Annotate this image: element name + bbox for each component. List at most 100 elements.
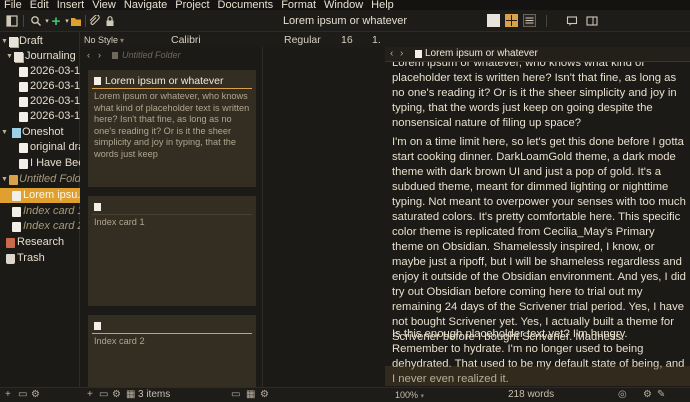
toolbar: ▾ + ▾ Lorem ipsum or whatever (0, 10, 690, 32)
back-icon[interactable]: ‹ (87, 47, 90, 63)
pane-gap (263, 47, 385, 387)
binder-item-label: Research (17, 236, 65, 248)
lock-icon[interactable] (102, 13, 118, 29)
grid-icon[interactable]: ▦ (246, 389, 255, 400)
menu-navigate[interactable]: Navigate (120, 0, 171, 10)
footer-bar: + ▭ ⚙ + ▭ ⚙ ▦ 3 items ▭ ▦ ⚙ 100% ▾ 218 w… (0, 387, 690, 402)
editor-title: Lorem ipsum or whatever (425, 48, 538, 59)
menu-window[interactable]: Window (320, 0, 367, 10)
binder: ▼ Draft ▼ Journaling 2026-03-1... 2026-0… (0, 32, 80, 387)
menu-bar: File Edit Insert View Navigate Project D… (0, 0, 690, 10)
line-spacing-value: 1.0x 0.0/10.0 (372, 34, 381, 46)
settings-icon[interactable]: ⚙ (31, 389, 40, 400)
add-icon[interactable]: + (5, 389, 11, 400)
binder-item-label: 2026-03-1... (30, 80, 80, 92)
collapse-icon[interactable]: ▼ (1, 172, 8, 187)
collapse-icon[interactable]: ▼ (6, 49, 13, 64)
card-title-text: Lorem ipsum or whatever (105, 75, 224, 87)
card-divider (92, 333, 252, 334)
settings-icon[interactable]: ⚙ (643, 389, 652, 400)
style-select-value: No Style (84, 35, 119, 45)
word-count: 218 words (508, 389, 555, 400)
binder-item-research[interactable]: Research (0, 235, 80, 250)
index-card[interactable]: Lorem ipsum or whatever Lorem ipsum or w… (88, 70, 256, 187)
menu-icon[interactable] (584, 13, 600, 29)
menu-format[interactable]: Format (277, 0, 320, 10)
line-spacing-select[interactable]: 1.0x 0.0/10.0 (372, 33, 381, 47)
binder-item-journal-entry[interactable]: 2026-03-1... (0, 64, 80, 79)
binder-item-lorem-ipsum[interactable]: Lorem ipsu... (0, 188, 80, 203)
menu-view[interactable]: View (88, 0, 120, 10)
folder-add-icon[interactable]: ▭ (99, 389, 108, 400)
binder-item-i-have-been[interactable]: I Have Bee... (0, 156, 80, 171)
format-bar: No Style▾ Calibri Regular 16 1.0x 0.0/10… (80, 33, 381, 47)
folder-icon[interactable] (68, 13, 84, 29)
folder-icon (12, 128, 21, 138)
binder-item-journal-entry[interactable]: 2026-03-1... (0, 79, 80, 94)
index-card[interactable]: Index card 1 (88, 196, 256, 306)
font-size-select[interactable]: 16 (341, 33, 353, 47)
font-select[interactable]: Calibri (171, 33, 201, 47)
edit-icon[interactable]: ✎ (657, 389, 665, 400)
binder-item-journal-entry[interactable]: 2026-03-1... (0, 94, 80, 109)
menu-insert[interactable]: Insert (53, 0, 89, 10)
binder-item-index-card-2[interactable]: Index card 2 (0, 219, 80, 234)
binder-item-label: Untitled Folder (19, 173, 80, 185)
menu-edit[interactable]: Edit (26, 0, 53, 10)
binder-item-original-draft[interactable]: original draft (0, 140, 80, 155)
forward-icon[interactable]: › (400, 48, 403, 59)
toolbar-separator (546, 15, 547, 27)
binder-item-label: 2026-03-1... (30, 110, 80, 122)
binder-item-label: 2026-03-1... (30, 65, 80, 77)
grid-icon[interactable]: ▦ (126, 389, 135, 400)
index-card[interactable]: Index card 2 (88, 315, 256, 387)
document-icon (12, 191, 21, 201)
menu-project[interactable]: Project (171, 0, 213, 10)
binder-item-oneshot[interactable]: ▼ Oneshot (0, 125, 80, 140)
menu-help[interactable]: Help (367, 0, 398, 10)
add-icon[interactable]: + (87, 389, 93, 400)
document-icon (19, 97, 28, 107)
binder-item-trash[interactable]: Trash (0, 251, 80, 266)
binder-item-draft[interactable]: ▼ Draft (0, 34, 80, 49)
target-icon[interactable]: ◎ (618, 389, 627, 400)
binder-item-label: Index card 2 (23, 220, 80, 232)
collapse-icon[interactable]: ▼ (1, 125, 8, 140)
binder-item-label: Draft (19, 35, 43, 47)
view-editor-button[interactable] (487, 14, 500, 27)
menu-documents[interactable]: Documents (214, 0, 278, 10)
card-title: Lorem ipsum or whatever (94, 75, 223, 88)
cards-icon[interactable]: ▭ (231, 389, 240, 400)
binder-item-journal-entry[interactable]: 2026-03-1... (0, 109, 80, 124)
binder-item-journaling[interactable]: ▼ Journaling (0, 49, 80, 64)
view-outline-button[interactable] (523, 14, 536, 27)
document-icon (12, 222, 21, 232)
editor-header: ‹ › Lorem ipsum or whatever (385, 47, 690, 62)
settings-icon[interactable]: ⚙ (260, 389, 269, 400)
card-synopsis: Index card 1 (94, 217, 145, 227)
binder-item-index-card-1[interactable]: Index card 1 (0, 204, 80, 219)
link-icon[interactable] (86, 13, 102, 29)
style-select[interactable]: No Style ▾ (84, 33, 124, 47)
folder-add-icon[interactable]: ▭ (18, 389, 27, 400)
binder-item-label: 2026-03-1... (30, 95, 80, 107)
forward-icon[interactable]: › (98, 47, 101, 63)
menu-file[interactable]: File (0, 0, 26, 10)
back-icon[interactable]: ‹ (390, 48, 393, 59)
zoom-select[interactable]: 100% ▾ (395, 390, 424, 400)
font-weight-select[interactable]: Regular (284, 33, 321, 47)
folder-icon (9, 175, 18, 185)
binder-icon[interactable] (4, 13, 20, 29)
chevron-down-icon: ▾ (120, 36, 125, 45)
view-corkboard-button[interactable] (505, 14, 518, 27)
card-title (94, 320, 105, 333)
document-icon (94, 203, 101, 211)
card-divider (92, 88, 252, 89)
binder-item-label: Index card 1 (23, 205, 80, 217)
comment-icon[interactable] (564, 13, 580, 29)
editor-text-area[interactable]: Lorem ipsum or whatever, who knows what … (385, 62, 690, 387)
collapse-icon[interactable]: ▼ (1, 34, 8, 49)
document-icon (94, 322, 101, 330)
binder-item-untitled-folder[interactable]: ▼ Untitled Folder (0, 172, 80, 187)
settings-icon[interactable]: ⚙ (112, 389, 121, 400)
